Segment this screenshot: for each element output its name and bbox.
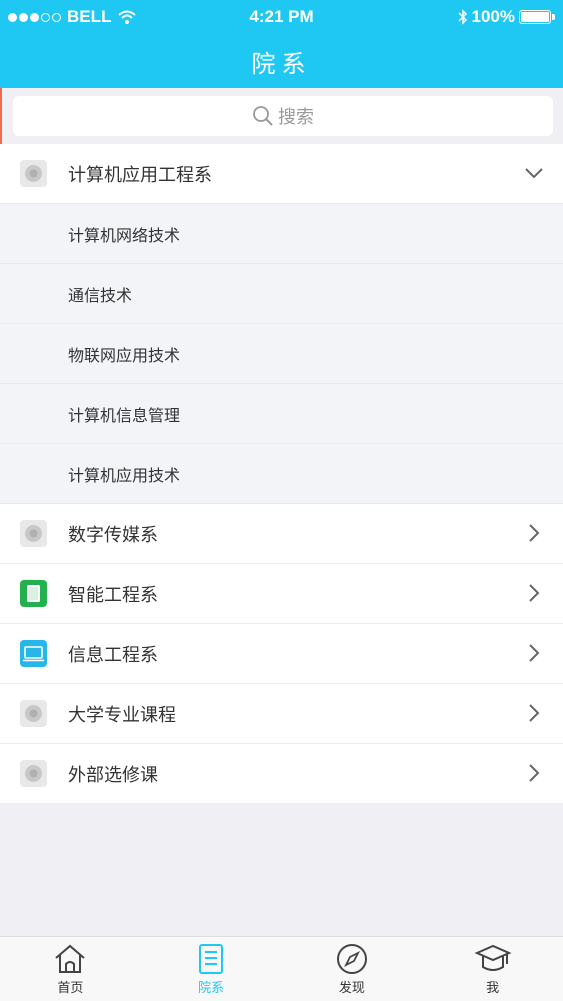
major-label: 物联网应用技术	[68, 345, 181, 365]
chevron-right-icon[interactable]	[523, 762, 545, 784]
gray-circle-icon	[20, 520, 47, 547]
tab-departments[interactable]: 院系	[141, 937, 282, 1001]
department-label: 大学专业课程	[68, 704, 176, 726]
major-row[interactable]: 通信技术	[0, 264, 563, 324]
department-row[interactable]: 信息工程系	[0, 624, 563, 684]
gray-circle-icon	[20, 160, 47, 187]
chevron-right-icon[interactable]	[523, 702, 545, 724]
gray-circle-icon	[20, 760, 47, 787]
gray-circle-icon	[20, 700, 47, 727]
major-row[interactable]: 计算机网络技术	[0, 204, 563, 264]
chevron-down-icon[interactable]	[523, 162, 545, 184]
list-icon	[199, 944, 224, 974]
battery-icon	[519, 10, 555, 24]
tab-label: 院系	[198, 981, 225, 996]
tab-label: 我	[486, 981, 500, 996]
navigation-bar: 院系	[0, 34, 563, 88]
search-area: 搜索	[0, 88, 563, 144]
status-bar: BELL 4:21 PM 100%	[0, 0, 563, 34]
major-label: 计算机信息管理	[68, 405, 181, 425]
department-row[interactable]: 外部选修课	[0, 744, 563, 804]
department-row[interactable]: 大学专业课程	[0, 684, 563, 744]
search-input[interactable]: 搜索	[13, 96, 553, 136]
home-icon	[55, 944, 86, 973]
tab-label: 首页	[57, 981, 84, 996]
major-label: 计算机应用技术	[68, 465, 181, 485]
department-label: 信息工程系	[68, 644, 158, 666]
chevron-right-icon[interactable]	[523, 582, 545, 604]
compass-icon	[336, 944, 367, 974]
chevron-right-icon[interactable]	[523, 522, 545, 544]
major-label: 通信技术	[68, 285, 133, 305]
page-title: 院系	[251, 50, 312, 78]
department-label: 智能工程系	[68, 584, 158, 606]
graduation-cap-icon	[474, 944, 512, 971]
blue-laptop-icon	[20, 640, 47, 667]
chevron-right-icon[interactable]	[523, 642, 545, 664]
green-book-icon	[20, 580, 47, 607]
major-row[interactable]: 计算机应用技术	[0, 444, 563, 504]
department-row[interactable]: 数字传媒系	[0, 504, 563, 564]
search-placeholder: 搜索	[278, 107, 314, 128]
tab-bar: 首页 院系 发现 我	[0, 936, 563, 1001]
department-row[interactable]: 智能工程系	[0, 564, 563, 624]
department-row[interactable]: 计算机应用工程系	[0, 144, 563, 204]
bluetooth-icon	[457, 9, 467, 25]
tab-discover[interactable]: 发现	[282, 937, 423, 1001]
search-icon	[253, 106, 273, 126]
department-label: 计算机应用工程系	[68, 164, 212, 186]
major-row[interactable]: 计算机信息管理	[0, 384, 563, 444]
tab-home[interactable]: 首页	[0, 937, 141, 1001]
tab-label: 发现	[338, 981, 365, 996]
department-list: 计算机应用工程系 计算机网络技术 通信技术 物联网应用技术 计算机信息管理 计算…	[0, 144, 563, 804]
major-row[interactable]: 物联网应用技术	[0, 324, 563, 384]
tab-me[interactable]: 我	[422, 937, 563, 1001]
major-label: 计算机网络技术	[68, 225, 181, 245]
battery-percent: 100%	[471, 7, 515, 26]
department-label: 数字传媒系	[68, 524, 158, 546]
department-label: 外部选修课	[68, 764, 158, 786]
status-right: 100%	[457, 7, 555, 27]
battery-fill	[521, 12, 549, 22]
